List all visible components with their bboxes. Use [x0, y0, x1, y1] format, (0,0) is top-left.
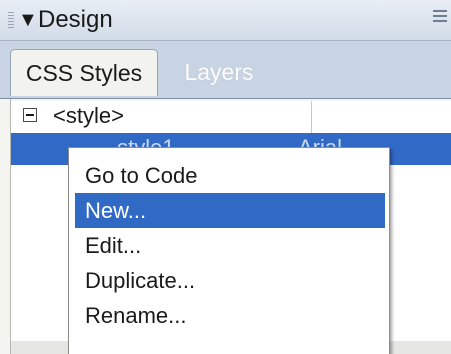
style-tag-label: <style>	[53, 103, 124, 128]
context-menu: Go to Code New... Edit... Duplicate... R…	[68, 147, 390, 354]
options-line-icon	[433, 20, 447, 22]
menu-item-go-to-code[interactable]: Go to Code	[75, 158, 385, 193]
panel-title[interactable]: Design	[38, 7, 113, 33]
panel-options-icon[interactable]	[433, 10, 447, 30]
options-line-icon	[433, 15, 447, 17]
tab-css-styles[interactable]: CSS Styles	[10, 49, 158, 96]
collapse-tree-icon[interactable]	[23, 108, 37, 122]
list-item[interactable]: <style>	[11, 101, 451, 133]
menu-item-duplicate[interactable]: Duplicate...	[75, 263, 385, 298]
menu-item-edit[interactable]: Edit...	[75, 228, 385, 263]
triangle-down-icon[interactable]: ▼	[18, 7, 38, 33]
panel-grip-icon[interactable]	[8, 12, 14, 28]
dreamweaver-design-panel: ▼ Design CSS Styles Layers <style> .styl…	[0, 0, 451, 354]
tab-bar: CSS Styles Layers	[0, 41, 451, 99]
menu-item-partial[interactable]	[75, 333, 385, 354]
panel-header[interactable]: ▼ Design	[0, 0, 451, 41]
tab-layers[interactable]: Layers	[164, 49, 274, 96]
menu-item-new[interactable]: New...	[75, 193, 385, 228]
menu-item-rename[interactable]: Rename...	[75, 298, 385, 333]
options-line-icon	[433, 10, 447, 12]
